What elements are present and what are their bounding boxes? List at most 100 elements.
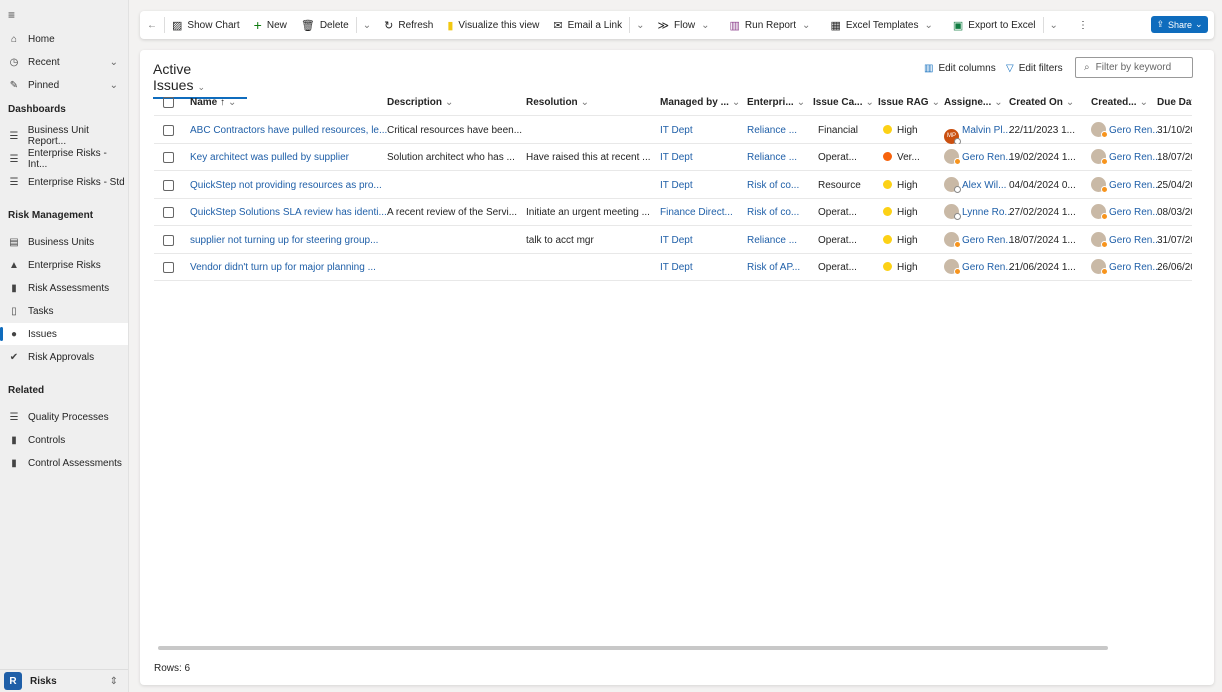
row-checkbox[interactable] <box>163 179 174 191</box>
more-options-icon[interactable]: ⋮ <box>1064 11 1095 39</box>
cell-link[interactable]: Gero Ren... <box>962 152 1014 163</box>
sidebar-item-quality-processes[interactable]: ☰ Quality Processes <box>0 406 128 428</box>
cell-text: Financial <box>818 124 859 136</box>
excel-templates-button[interactable]: ▦ Excel Templates ⌄ <box>823 11 945 39</box>
cell-link[interactable]: QuickStep not providing resources as pro… <box>190 180 382 191</box>
sidebar-item-enterprise-risks-std[interactable]: ☰ Enterprise Risks - Std <box>0 171 128 193</box>
column-header[interactable]: Managed by ... ⌄ <box>660 89 740 116</box>
table-row[interactable]: QuickStep Solutions SLA review has ident… <box>154 199 1192 226</box>
select-all-checkbox[interactable] <box>163 97 174 108</box>
cell-link[interactable]: IT Dept <box>660 262 693 273</box>
table-row[interactable]: ABC Contractors have pulled resources, l… <box>154 117 1192 144</box>
flow-button[interactable]: ≫ Flow ⌄ <box>650 11 722 39</box>
row-checkbox[interactable] <box>163 152 174 163</box>
sidebar-item-controls[interactable]: ▮ Controls <box>0 429 128 451</box>
power-bi-icon: ▮ <box>447 19 454 32</box>
cell-link[interactable]: QuickStep Solutions SLA review has ident… <box>190 207 387 218</box>
column-header[interactable]: Enterpri... ⌄ <box>747 89 805 116</box>
sidebar-item-risk-assessments[interactable]: ▮ Risk Assessments <box>0 277 128 299</box>
sidebar-item-pinned[interactable]: ✎ Pinned ⌄ <box>0 74 128 96</box>
cell-link[interactable]: Gero Ren... <box>962 235 1014 246</box>
row-checkbox[interactable] <box>163 234 174 246</box>
sidebar-item-tasks[interactable]: ▯ Tasks <box>0 300 128 322</box>
cell-created-on: 19/02/2024 1... <box>1009 144 1076 171</box>
cell-link[interactable]: Gero Ren... <box>1109 125 1161 136</box>
cell-link[interactable]: Malvin Pl... <box>962 125 1011 136</box>
export-excel-button[interactable]: ▣ Export to Excel <box>946 11 1043 39</box>
table-row[interactable]: QuickStep not providing resources as pro… <box>154 172 1192 199</box>
sidebar-item-enterprise-risks-int-[interactable]: ☰ Enterprise Risks - Int... <box>0 148 128 170</box>
sidebar-item-issues[interactable]: ● Issues <box>0 323 128 345</box>
cell-link[interactable]: Reliance ... <box>747 235 797 246</box>
cell-link[interactable]: Risk of co... <box>747 180 799 191</box>
column-header[interactable]: Created On ⌄ <box>1009 89 1074 116</box>
edit-columns-button[interactable]: ▥ Edit columns <box>924 63 996 74</box>
sidebar-item-recent[interactable]: ◷ Recent ⌄ <box>0 51 128 73</box>
new-button[interactable]: + New <box>247 11 294 39</box>
command-bar: ← ▨ Show Chart + New 🗑 Delete ⌄ ↻ Refresh ▮ V… <box>140 11 1214 39</box>
show-chart-button[interactable]: ▨ Show Chart <box>165 11 247 39</box>
cell-link[interactable]: ABC Contractors have pulled resources, l… <box>190 125 387 136</box>
more-chevron-button[interactable]: ⌄ <box>357 11 377 39</box>
sidebar-item-control-assessments[interactable]: ▮ Control Assessments <box>0 452 128 474</box>
visualize-button[interactable]: ▮ Visualize this view <box>440 11 546 39</box>
column-header[interactable]: Issue Ca... ⌄ <box>813 89 874 116</box>
refresh-button[interactable]: ↻ Refresh <box>377 11 440 39</box>
cell-link[interactable]: IT Dept <box>660 180 693 191</box>
cell-link[interactable]: Lynne Ro... <box>962 207 1013 218</box>
table-row[interactable]: supplier not turning up for steering gro… <box>154 227 1192 254</box>
email-chevron-button[interactable]: ⌄ <box>630 11 650 39</box>
cell-link[interactable]: Gero Ren... <box>1109 152 1161 163</box>
sidebar-item-label: Business Units <box>28 236 95 248</box>
sidebar-item-home[interactable]: ⌂ Home <box>0 28 128 50</box>
table-row[interactable]: Vendor didn't turn up for major planning… <box>154 254 1192 281</box>
sidebar-item-enterprise-risks[interactable]: ▲ Enterprise Risks <box>0 254 128 276</box>
column-header[interactable]: Name ↑ ⌄ <box>190 89 236 116</box>
cell-link[interactable]: Risk of co... <box>747 207 799 218</box>
delete-button[interactable]: 🗑 Delete <box>294 11 356 39</box>
cell-category: Operat... <box>818 227 857 254</box>
column-header[interactable]: Issue RAG ⌄ <box>878 89 940 116</box>
sidebar-item-business-unit-report-[interactable]: ☰ Business Unit Report... <box>0 125 128 147</box>
row-checkbox[interactable] <box>163 262 174 273</box>
sidebar-item-risk-approvals[interactable]: ✔ Risk Approvals <box>0 346 128 368</box>
cell-link[interactable]: Reliance ... <box>747 152 797 163</box>
cell-link[interactable]: Gero Ren... <box>1109 235 1161 246</box>
column-header[interactable]: Assigne... ⌄ <box>944 89 1003 116</box>
horizontal-scrollbar[interactable] <box>158 646 1108 650</box>
export-chevron-button[interactable]: ⌄ <box>1044 11 1064 39</box>
row-checkbox[interactable] <box>163 124 174 136</box>
table-row[interactable]: Key architect was pulled by supplier Solu… <box>154 144 1192 171</box>
column-header[interactable]: Resolution ⌄ <box>526 89 589 116</box>
edit-filters-button[interactable]: ▽ Edit filters <box>1006 63 1063 74</box>
cell-managed: IT Dept <box>660 172 693 199</box>
cell-link[interactable]: Key architect was pulled by supplier <box>190 152 349 163</box>
cell-link[interactable]: Gero Ren... <box>1109 207 1161 218</box>
columns-icon: ▥ <box>924 63 934 74</box>
share-button[interactable]: ⇪ Share ⌄ <box>1151 16 1208 33</box>
cell-link[interactable]: Gero Ren... <box>1109 180 1161 191</box>
run-report-button[interactable]: ▥ Run Report ⌄ <box>723 11 824 39</box>
cell-link[interactable]: Gero Ren... <box>962 262 1014 273</box>
cell-link[interactable]: IT Dept <box>660 125 693 136</box>
column-header[interactable]: Created... ⌄ <box>1091 89 1148 116</box>
sidebar-item-business-units[interactable]: ▤ Business Units <box>0 231 128 253</box>
back-button[interactable]: ← <box>140 11 164 39</box>
cell-link[interactable]: supplier not turning up for steering gro… <box>190 235 378 246</box>
column-header[interactable]: Due Date⌄ <box>1157 89 1192 116</box>
hamburger-menu-icon[interactable]: ≡ <box>8 8 15 22</box>
column-header[interactable]: Description ⌄ <box>387 89 453 116</box>
row-checkbox[interactable] <box>163 207 174 218</box>
cell-link[interactable]: IT Dept <box>660 152 693 163</box>
cell-link[interactable]: IT Dept <box>660 235 693 246</box>
cell-link[interactable]: Risk of AP... <box>747 262 800 273</box>
search-input[interactable]: ⌕ Filter by keyword <box>1075 57 1193 78</box>
cell-link[interactable]: Finance Direct... <box>660 207 733 218</box>
cell-link[interactable]: Vendor didn't turn up for major planning… <box>190 262 376 273</box>
issue-icon: ● <box>10 328 18 340</box>
cell-link[interactable]: Gero Ren... <box>1109 262 1161 273</box>
cell-link[interactable]: Reliance ... <box>747 125 797 136</box>
email-link-button[interactable]: ✉ Email a Link <box>546 11 629 39</box>
cell-link[interactable]: Alex Wil... <box>962 180 1006 191</box>
area-switcher[interactable]: R Risks ⇕ <box>0 669 128 692</box>
